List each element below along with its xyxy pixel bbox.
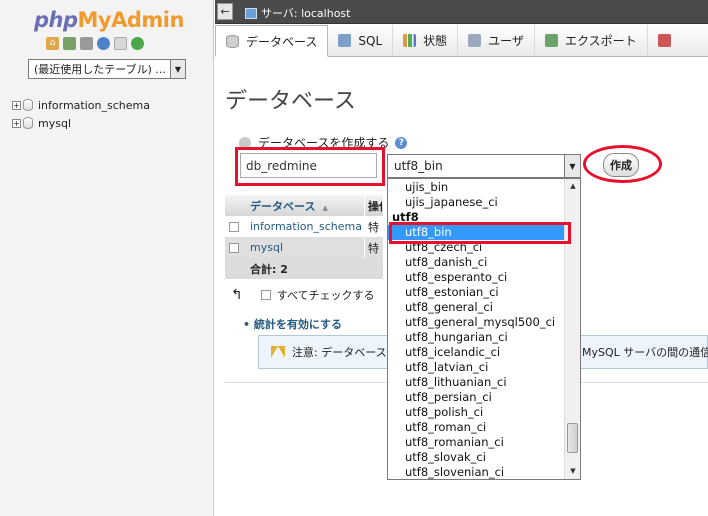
scroll-down-icon[interactable]: ▼: [566, 465, 580, 478]
row-checkbox[interactable]: [229, 242, 239, 253]
dropdown-option[interactable]: utf8_estonian_ci: [388, 285, 565, 300]
highlight-ellipse: [583, 145, 662, 183]
scroll-up-icon[interactable]: ▲: [566, 180, 580, 193]
nav-icon-bar: ⌂: [46, 37, 144, 50]
table-total-row: 合計: 2: [225, 258, 383, 279]
database-table: データベース▲ 操作 information_schema 特 mysql 特 …: [225, 195, 383, 279]
dropdown-option[interactable]: utf8_roman_ci: [388, 420, 565, 435]
privileges-link[interactable]: 特: [364, 216, 382, 237]
tree-item-label[interactable]: information_schema: [38, 99, 150, 112]
column-header-database[interactable]: データベース ▲: [250, 198, 364, 214]
recent-tables-value: (最近使用したテーブル) ...: [34, 63, 166, 76]
database-icon: [23, 99, 33, 111]
notice-text: 注意: データベース: [292, 346, 387, 359]
collation-select[interactable]: utf8_bin ▼: [387, 154, 581, 178]
breadcrumb-server[interactable]: サーバ: localhost: [261, 5, 350, 21]
table-row: information_schema 特: [225, 216, 383, 237]
tab-status[interactable]: 状態: [393, 25, 459, 56]
dropdown-option[interactable]: utf8_slovenian_ci: [388, 465, 565, 479]
top-breadcrumb-bar: ← サーバ: localhost: [215, 0, 708, 24]
dropdown-option[interactable]: utf8_esperanto_ci: [388, 270, 565, 285]
page-title: データベース: [225, 89, 356, 114]
dropdown-option[interactable]: utf8_general_mysql500_ci: [388, 315, 565, 330]
row-checkbox[interactable]: [229, 221, 239, 232]
scroll-thumb[interactable]: [567, 423, 578, 453]
dropdown-option[interactable]: utf8_icelandic_ci: [388, 345, 565, 360]
arrow-up-icon: ↰: [231, 287, 243, 303]
tab-export[interactable]: エクスポート: [535, 25, 648, 56]
privileges-link[interactable]: 特: [364, 237, 382, 258]
dropdown-option[interactable]: utf8_slovak_ci: [388, 450, 565, 465]
database-link[interactable]: mysql: [250, 241, 364, 254]
check-all-label[interactable]: すべてチェックする: [277, 287, 375, 303]
dropdown-option[interactable]: utf8_latvian_ci: [388, 360, 565, 375]
dropdown-option[interactable]: utf8_romanian_ci: [388, 435, 565, 450]
dropdown-option[interactable]: ujis_japanese_ci: [388, 195, 565, 210]
import-icon: [657, 34, 671, 47]
docs-icon[interactable]: [97, 37, 110, 50]
breadcrumb[interactable]: サーバ: localhost: [245, 5, 350, 21]
tab-sql[interactable]: SQL: [328, 25, 394, 56]
expand-icon[interactable]: +: [12, 118, 21, 128]
back-button[interactable]: ←: [217, 3, 233, 20]
help-icon[interactable]: ?: [395, 136, 408, 149]
phpmyadmin-logo[interactable]: phpMyAdmin: [34, 8, 184, 32]
server-icon: [245, 7, 257, 19]
highlight-box: [389, 222, 571, 244]
home-icon[interactable]: ⌂: [46, 37, 59, 50]
check-all-control: ↰ すべてチェックする: [231, 287, 375, 303]
main-panel: ← サーバ: localhost データベース SQL 状態 ユーザ エクスポー…: [215, 0, 708, 516]
users-icon: [468, 34, 482, 47]
dropdown-option[interactable]: utf8_polish_ci: [388, 405, 565, 420]
status-icon: [403, 34, 417, 47]
column-header-operations: 操作: [364, 195, 382, 216]
reload-icon[interactable]: [131, 37, 144, 50]
table-header: データベース▲ 操作: [225, 195, 383, 216]
warning-icon: [271, 346, 285, 358]
copy-icon[interactable]: [114, 37, 127, 50]
total-count: 合計: 2: [250, 262, 288, 276]
sort-icon: ▲: [322, 203, 328, 212]
export-icon: [544, 34, 558, 47]
dropdown-option[interactable]: utf8_lithuanian_ci: [388, 375, 565, 390]
highlight-box: [235, 147, 385, 186]
chevron-down-icon[interactable]: ▼: [564, 155, 580, 177]
log-icon[interactable]: [63, 37, 76, 50]
table-row: mysql 特: [225, 237, 383, 258]
tree-item-mysql[interactable]: + mysql: [12, 114, 150, 132]
tab-more[interactable]: [648, 25, 688, 56]
dropdown-option[interactable]: utf8_general_ci: [388, 300, 565, 315]
dropdown-option[interactable]: ujis_bin: [388, 180, 565, 195]
database-tree: + information_schema + mysql: [12, 96, 150, 132]
database-link[interactable]: information_schema: [250, 220, 364, 233]
database-icon: [23, 117, 33, 129]
tab-users[interactable]: ユーザ: [458, 25, 535, 56]
tab-databases[interactable]: データベース: [215, 25, 329, 57]
query-icon[interactable]: [80, 37, 93, 50]
database-icon: [226, 34, 239, 48]
tree-item-information-schema[interactable]: + information_schema: [12, 96, 150, 114]
dropdown-option[interactable]: utf8_persian_ci: [388, 390, 565, 405]
tree-item-label[interactable]: mysql: [38, 117, 71, 130]
enable-statistics-link[interactable]: • 統計を有効にする: [243, 316, 342, 332]
navigation-panel: phpMyAdmin ⌂ (最近使用したテーブル) ... ▼ + inform…: [0, 0, 214, 516]
dropdown-option[interactable]: utf8_hungarian_ci: [388, 330, 565, 345]
sql-icon: [338, 34, 352, 47]
expand-icon[interactable]: +: [12, 100, 21, 110]
collation-value: utf8_bin: [394, 159, 443, 173]
server-tabs: データベース SQL 状態 ユーザ エクスポート: [215, 25, 708, 57]
recent-tables-select[interactable]: (最近使用したテーブル) ... ▼: [28, 59, 186, 79]
dropdown-option[interactable]: utf8_danish_ci: [388, 255, 565, 270]
notice-text-continued: MySQL サーバの間の通信: [582, 346, 708, 359]
chevron-down-icon[interactable]: ▼: [170, 60, 185, 78]
check-all-checkbox[interactable]: [260, 290, 271, 300]
